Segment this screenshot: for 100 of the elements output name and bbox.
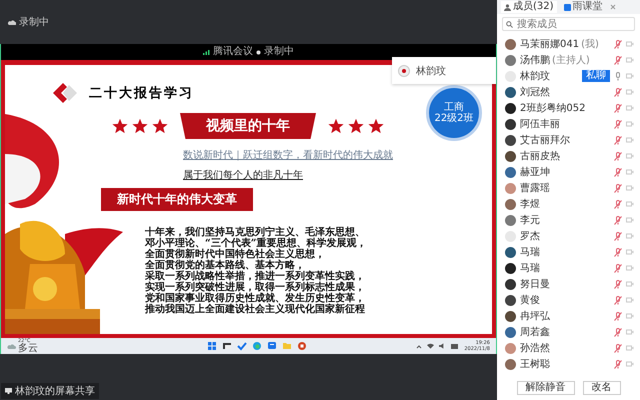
cloud-icon — [8, 19, 16, 25]
recording-status: 录制中 — [264, 47, 294, 57]
body-text-line: 十年来，我们坚持马克思列宁主义、毛泽东思想、 — [145, 227, 366, 238]
muted-mic-icon[interactable] — [614, 328, 622, 336]
tab-label[interactable]: 雨课堂 — [572, 2, 603, 12]
member-name: 刘冠然 — [520, 86, 550, 98]
muted-mic-icon[interactable] — [614, 136, 622, 144]
battery-icon[interactable] — [451, 344, 460, 348]
video-link[interactable]: 属于我们每个人的非凡十年 — [183, 168, 303, 182]
member-role: (主持人) — [552, 54, 590, 66]
avatar — [505, 294, 516, 306]
stamp-text: 22级2班 — [434, 113, 474, 124]
avatar — [505, 262, 516, 274]
member-name: 冉坪弘 — [520, 310, 550, 322]
section-heading: 新时代十年的伟大变革 — [101, 188, 253, 211]
mic-icon[interactable] — [614, 72, 622, 80]
member-name: 林韵玟 — [520, 70, 550, 82]
muted-mic-icon[interactable] — [614, 152, 622, 160]
body-text-line: 全面贯彻党的基本路线、基本方略， — [145, 260, 305, 271]
video-link[interactable]: 数说新时代｜跃迁组数字，看新时代的伟大成就 — [183, 148, 393, 162]
avatar — [505, 150, 516, 162]
avatar — [505, 118, 516, 130]
screen-icon — [5, 388, 12, 394]
banner-heading: 视频里的十年 — [180, 113, 316, 139]
chevron-up-icon[interactable] — [416, 344, 422, 348]
member-name: 努日曼 — [520, 278, 550, 290]
muted-mic-icon[interactable] — [614, 360, 622, 368]
panel-button[interactable]: 解除静音 — [516, 381, 574, 395]
muted-mic-icon[interactable] — [614, 168, 622, 176]
muted-mic-icon[interactable] — [614, 104, 622, 112]
muted-mic-icon[interactable] — [614, 264, 622, 272]
avatar — [505, 214, 516, 226]
close-icon[interactable] — [610, 4, 616, 10]
app-icon — [564, 4, 571, 10]
member-name: 赫亚坤 — [520, 166, 550, 178]
member-name: 汤伟鹏 — [520, 54, 550, 66]
signal-icon — [203, 50, 210, 54]
person-icon — [504, 4, 511, 10]
muted-mic-icon[interactable] — [614, 184, 622, 192]
muted-mic-icon[interactable] — [614, 216, 622, 224]
speaker-avatar-icon — [398, 64, 410, 76]
member-name: 李元 — [520, 214, 540, 226]
member-name: 2班彭粤纳052 — [520, 102, 586, 114]
star-icon — [368, 118, 384, 134]
member-name: 马瑞 — [520, 262, 540, 274]
member-name: 王树聪 — [520, 358, 550, 370]
window-icon[interactable] — [222, 341, 232, 351]
muted-mic-icon[interactable] — [614, 120, 622, 128]
recording-status: 录制中 — [19, 16, 49, 29]
member-name: 周若鑫 — [520, 326, 550, 338]
avatar — [505, 38, 516, 50]
chat-button[interactable]: 私聊 — [582, 70, 610, 82]
speaker-icon[interactable] — [439, 343, 446, 349]
share-label-text: 林韵玟的屏幕共享 — [15, 384, 95, 398]
panel-button[interactable]: 改名 — [582, 381, 620, 395]
member-name: 阿伍丰丽 — [520, 118, 560, 130]
stamp-text: 工商 — [444, 102, 464, 113]
star-icon — [152, 118, 168, 134]
avatar — [505, 358, 516, 370]
body-text-line: 邓小平理论、“三个代表”重要思想、科学发展观， — [145, 238, 367, 249]
browser-icon[interactable] — [252, 341, 262, 351]
star-icon — [328, 118, 344, 134]
start-icon[interactable] — [207, 341, 218, 351]
wifi-icon[interactable] — [427, 343, 434, 349]
slideshow-icon[interactable] — [297, 341, 308, 351]
search-field[interactable]: 搜索成员 — [502, 17, 635, 31]
avatar — [505, 326, 516, 338]
panel-tab[interactable]: 成员(32) — [501, 1, 557, 13]
body-text-line: 实现一系列突破性进展，取得一系列标志性成果， — [145, 282, 366, 293]
speaker-name: 林韵玟 — [416, 64, 446, 78]
muted-mic-icon[interactable] — [614, 312, 622, 320]
muted-mic-icon[interactable] — [614, 56, 622, 64]
member-name: 孙浩然 — [520, 342, 550, 354]
member-name: 艾古丽拜尔 — [520, 134, 570, 146]
muted-mic-icon[interactable] — [614, 248, 622, 256]
checkmark-icon[interactable] — [237, 341, 248, 351]
slide-title: 二十大报告学习 — [89, 84, 194, 102]
avatar — [505, 246, 516, 258]
panel-tab[interactable]: 雨课堂 — [560, 1, 606, 13]
muted-mic-icon[interactable] — [614, 296, 622, 304]
muted-mic-icon[interactable] — [614, 344, 622, 352]
avatar — [505, 198, 516, 210]
muted-mic-icon[interactable] — [614, 40, 622, 48]
logo-icon — [53, 83, 79, 103]
muted-mic-icon[interactable] — [614, 88, 622, 96]
body-text-line: 党和国家事业取得历史性成就、发生历史性变革， — [145, 293, 366, 304]
body-text-line: 全面贯彻新时代中国特色社会主义思想， — [145, 249, 326, 260]
meeting-app-label: 腾讯会议 — [213, 47, 253, 57]
muted-mic-icon[interactable] — [614, 280, 622, 288]
muted-mic-icon[interactable] — [614, 232, 622, 240]
chat-icon[interactable] — [267, 341, 278, 351]
member-name: 黄俊 — [520, 294, 540, 306]
avatar — [505, 182, 516, 194]
muted-mic-icon[interactable] — [614, 200, 622, 208]
star-icon — [132, 118, 148, 134]
avatar — [505, 102, 516, 114]
tab-label[interactable]: 成员(32) — [513, 2, 554, 12]
cloud-icon — [7, 343, 16, 349]
body-text-line: 推动我国迈上全面建设社会主义现代化国家新征程 — [145, 304, 366, 315]
avatar — [505, 54, 516, 66]
